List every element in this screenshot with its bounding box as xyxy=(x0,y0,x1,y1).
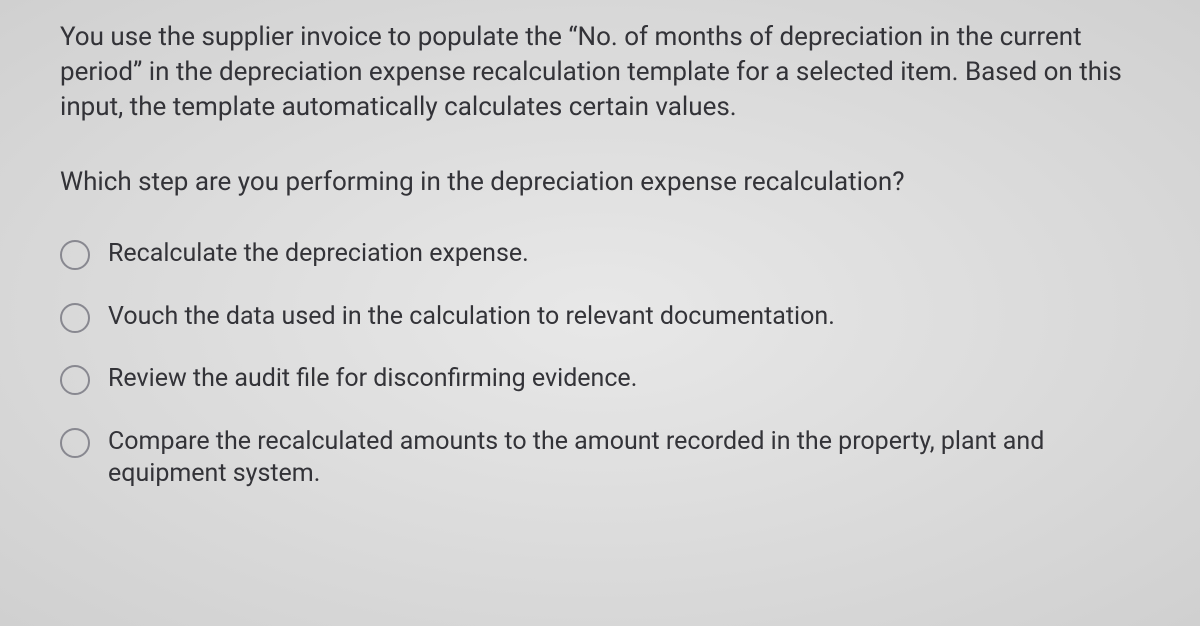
radio-icon xyxy=(60,428,90,458)
option-label: Recalculate the depreciation expense. xyxy=(108,238,529,271)
question-context: You use the supplier invoice to populate… xyxy=(60,20,1150,125)
question-prompt: Which step are you performing in the dep… xyxy=(60,165,1150,200)
option-review[interactable]: Review the audit file for disconfirming … xyxy=(60,363,1150,396)
radio-icon xyxy=(60,240,90,270)
option-compare[interactable]: Compare the recalculated amounts to the … xyxy=(60,426,1150,491)
option-vouch[interactable]: Vouch the data used in the calculation t… xyxy=(60,301,1150,334)
radio-icon xyxy=(60,365,90,395)
option-label: Compare the recalculated amounts to the … xyxy=(108,426,1150,491)
option-label: Vouch the data used in the calculation t… xyxy=(108,301,835,334)
option-recalculate[interactable]: Recalculate the depreciation expense. xyxy=(60,238,1150,271)
radio-icon xyxy=(60,303,90,333)
options-list: Recalculate the depreciation expense. Vo… xyxy=(60,238,1150,491)
option-label: Review the audit file for disconfirming … xyxy=(108,363,637,396)
